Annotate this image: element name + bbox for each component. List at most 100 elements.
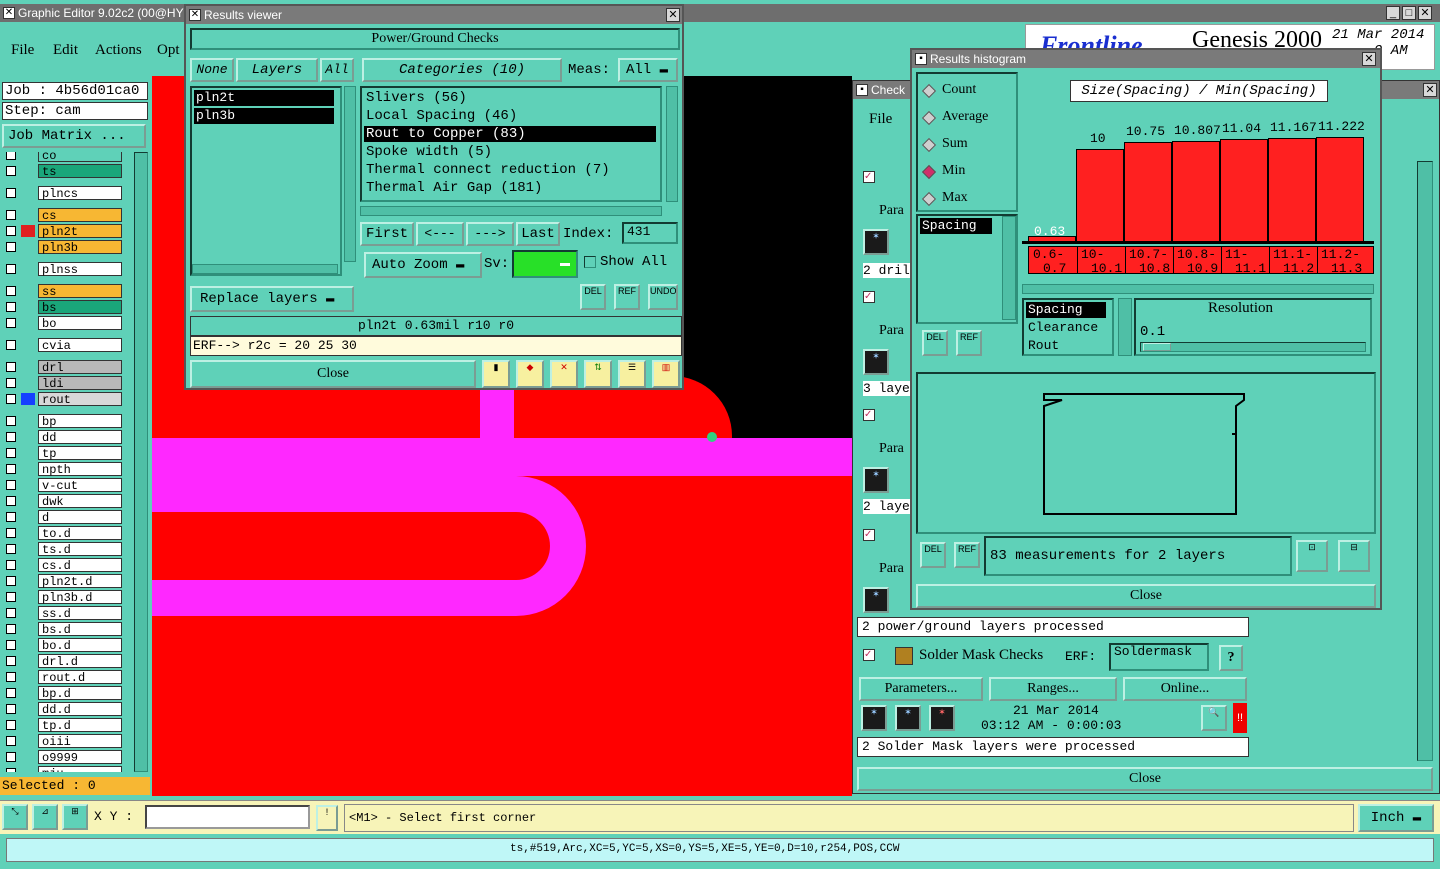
resolution-slider[interactable]: [1140, 342, 1366, 352]
layer-row-cs[interactable]: cs: [4, 208, 122, 223]
replace-layers-dropdown[interactable]: Replace layers ▬: [190, 286, 354, 312]
run-icon-1[interactable]: ✶: [863, 229, 889, 255]
layer-name[interactable]: dd.d: [38, 702, 122, 717]
category-vscroll[interactable]: [666, 86, 678, 202]
layer-row-plnss[interactable]: plnss: [4, 262, 122, 277]
layer-checkbox[interactable]: [6, 720, 16, 730]
menu-edit[interactable]: Edit: [53, 42, 78, 59]
category-item[interactable]: Slivers (56): [364, 90, 656, 106]
layer-row-drl.d[interactable]: drl.d: [4, 654, 122, 669]
measure-list-scroll[interactable]: [1002, 216, 1016, 320]
viewer-del-icon[interactable]: DEL: [580, 284, 606, 310]
close-main-button[interactable]: ✕: [1418, 6, 1432, 20]
layer-name[interactable]: drl: [38, 360, 122, 375]
run-icon-4[interactable]: ✶: [863, 587, 889, 613]
menu-actions[interactable]: Actions: [95, 42, 142, 59]
histogram-hscroll[interactable]: [1022, 284, 1374, 294]
layer-name[interactable]: v-cut: [38, 478, 122, 493]
layer-checkbox[interactable]: [6, 768, 16, 772]
layer-checkbox[interactable]: [6, 378, 16, 388]
layer-row-bo[interactable]: bo: [4, 316, 122, 331]
check-toggle-3[interactable]: ✓: [863, 409, 875, 421]
alert-icon[interactable]: !: [316, 805, 338, 831]
ranges-button[interactable]: Ranges...: [989, 677, 1117, 701]
menu-options[interactable]: Opt: [157, 42, 180, 59]
layer-checkbox[interactable]: [6, 286, 16, 296]
layer-row-bp.d[interactable]: bp.d: [4, 686, 122, 701]
layer-checkbox[interactable]: [6, 302, 16, 312]
tab-none[interactable]: None: [190, 58, 234, 82]
run-icon-3[interactable]: ✶: [863, 467, 889, 493]
viewer-layer-pln2t[interactable]: pln2t: [194, 90, 334, 106]
layer-checkbox[interactable]: [6, 340, 16, 350]
layer-checkbox[interactable]: [6, 672, 16, 682]
grid-icon[interactable]: ⊞: [62, 804, 88, 830]
check-toggle-4[interactable]: ✓: [863, 529, 875, 541]
run-icon-2[interactable]: ✶: [863, 349, 889, 375]
preview-del-icon[interactable]: DEL: [920, 542, 946, 568]
layer-checkbox[interactable]: [6, 264, 16, 274]
layer-row-oiii[interactable]: oiii: [4, 734, 122, 749]
units-dropdown[interactable]: Inch ▬: [1358, 804, 1434, 832]
layer-checkbox[interactable]: [6, 416, 16, 426]
layer-name[interactable]: bp.d: [38, 686, 122, 701]
resolution-thumb[interactable]: [1143, 343, 1171, 351]
layer-row-v-cut[interactable]: v-cut: [4, 478, 122, 493]
parameters-button[interactable]: Parameters...: [859, 677, 983, 701]
type-list[interactable]: Spacing Clearance Rout: [1022, 298, 1114, 356]
layer-row-bs.d[interactable]: bs.d: [4, 622, 122, 637]
histogram-close-button[interactable]: Close: [916, 584, 1376, 608]
layer-name[interactable]: tp.d: [38, 718, 122, 733]
mode-min[interactable]: Min: [921, 163, 1016, 181]
hist-ref-icon[interactable]: REF: [956, 330, 982, 356]
layer-name[interactable]: ts: [38, 164, 122, 179]
layer-row-o9999[interactable]: o9999: [4, 750, 122, 765]
run-icon-7[interactable]: ✶: [929, 705, 955, 731]
layer-name[interactable]: cvia: [38, 338, 122, 353]
layer-row-mju[interactable]: mju: [4, 766, 122, 772]
layer-name[interactable]: ss.d: [38, 606, 122, 621]
layer-checkbox[interactable]: [6, 362, 16, 372]
layer-row-rout[interactable]: rout: [4, 392, 122, 407]
sv-dropdown[interactable]: ▬: [512, 250, 578, 278]
layer-checkbox[interactable]: [6, 448, 16, 458]
menu-file[interactable]: File: [11, 42, 34, 59]
measure-list-item[interactable]: Spacing: [920, 218, 992, 234]
show-all-checkbox[interactable]: [584, 256, 596, 268]
viewer-layer-hscroll[interactable]: [192, 264, 338, 274]
type-item-spacing[interactable]: Spacing: [1026, 302, 1106, 318]
viewer-close-button[interactable]: Close: [190, 360, 476, 388]
layer-scrollbar[interactable]: [134, 152, 148, 772]
layer-row-ts[interactable]: ts: [4, 164, 122, 179]
layer-checkbox[interactable]: [6, 166, 16, 176]
viewer-tool-3-icon[interactable]: ✕: [550, 360, 578, 388]
meas-dropdown[interactable]: All ▬: [618, 58, 678, 82]
category-item[interactable]: Rout to Copper (83): [364, 126, 656, 142]
checklist-close-x[interactable]: ✕: [1423, 83, 1437, 97]
category-item[interactable]: Local Spacing (46): [364, 108, 656, 124]
mode-count[interactable]: Count: [921, 82, 1016, 100]
layer-row-pln2t.d[interactable]: pln2t.d: [4, 574, 122, 589]
mode-max[interactable]: Max: [921, 190, 1016, 208]
layer-name[interactable]: d: [38, 510, 122, 525]
layer-row-bs[interactable]: bs: [4, 300, 122, 315]
layer-checkbox[interactable]: [6, 210, 16, 220]
layer-name[interactable]: rout: [38, 392, 122, 407]
layer-row-tp.d[interactable]: tp.d: [4, 718, 122, 733]
index-field[interactable]: 431: [622, 222, 678, 244]
layer-checkbox[interactable]: [6, 624, 16, 634]
hist-del-icon[interactable]: DEL: [922, 330, 948, 356]
layer-checkbox[interactable]: [6, 512, 16, 522]
layer-checkbox[interactable]: [6, 752, 16, 762]
layer-row-dd.d[interactable]: dd.d: [4, 702, 122, 717]
minimize-button[interactable]: _: [1386, 6, 1400, 20]
auto-zoom-button[interactable]: Auto Zoom ▬: [364, 252, 482, 278]
categories-button[interactable]: Categories (10): [362, 58, 562, 82]
layer-checkbox[interactable]: [6, 432, 16, 442]
category-item[interactable]: Thermal connect reduction (7): [364, 162, 656, 178]
layer-row-dd[interactable]: dd: [4, 430, 122, 445]
layer-name[interactable]: mju: [38, 766, 122, 772]
first-button[interactable]: First: [360, 222, 414, 246]
layer-name[interactable]: ts.d: [38, 542, 122, 557]
viewer-tool-5-icon[interactable]: ☰: [618, 360, 646, 388]
